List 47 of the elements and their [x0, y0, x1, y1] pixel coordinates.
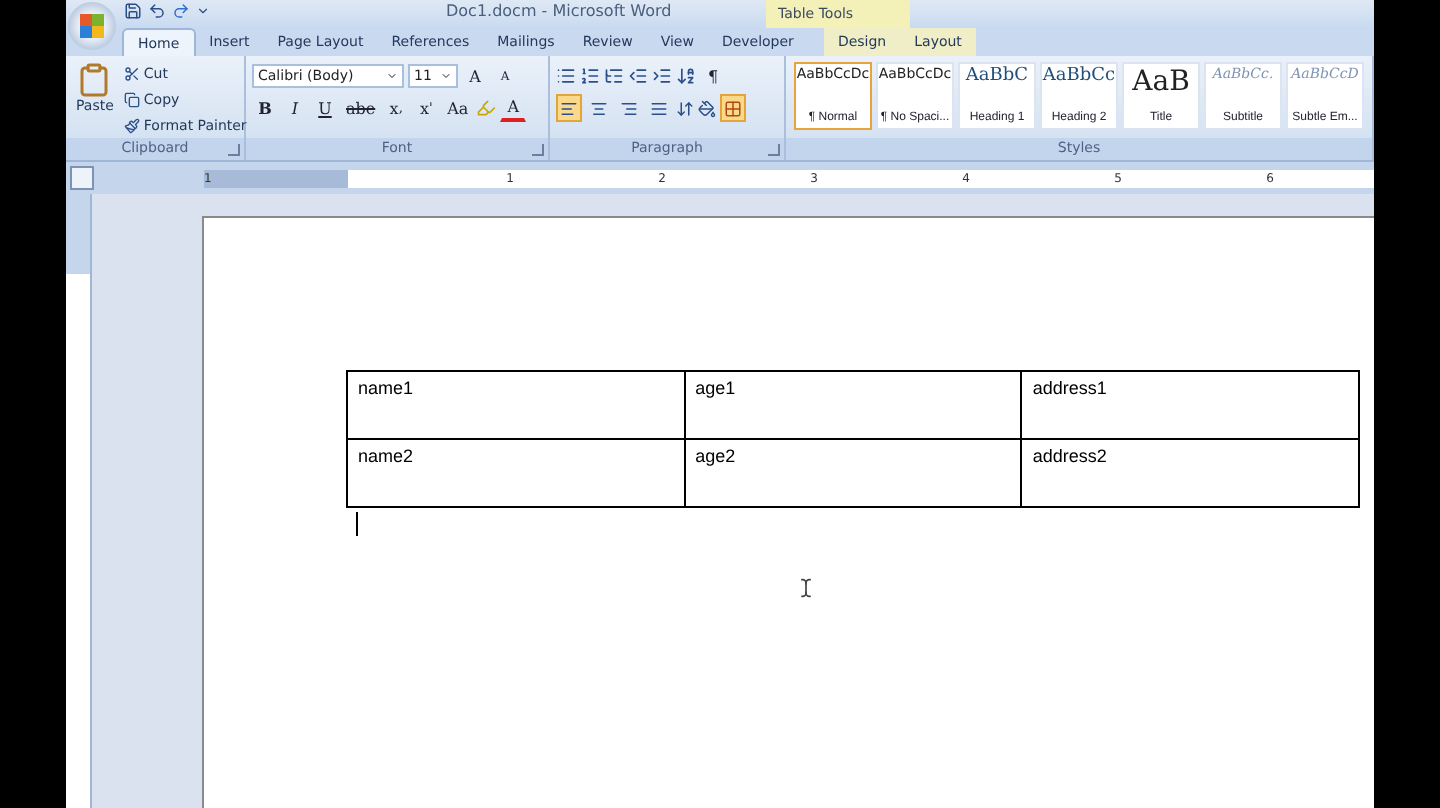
copy-icon: [123, 91, 140, 107]
borders-button[interactable]: [720, 94, 746, 122]
caret-icon: [386, 70, 398, 82]
borders-icon: [724, 99, 742, 117]
paintbrush-icon: [123, 117, 140, 133]
table-cell: address1: [1021, 371, 1359, 439]
table-cell: name1: [347, 371, 685, 439]
undo-icon[interactable]: [148, 2, 166, 20]
table-cell: age2: [684, 439, 1022, 507]
scissors-icon: [123, 65, 140, 81]
increase-indent-icon: [652, 66, 672, 86]
clipboard-icon: [76, 62, 113, 98]
shading-icon: [698, 99, 716, 117]
table-cell: age1: [684, 371, 1022, 439]
decrease-indent-icon: [628, 66, 648, 86]
logo: [78, 12, 106, 40]
table-cell: address2: [1021, 439, 1359, 507]
table-cell: name2: [347, 439, 685, 507]
align-right-icon: [620, 99, 638, 117]
dialog-launcher-icon[interactable]: [228, 144, 240, 156]
tab-selector[interactable]: [70, 166, 94, 190]
redo-icon[interactable]: [172, 2, 190, 20]
format-button[interactable]: B: [252, 94, 278, 122]
customize-caret-icon[interactable]: [196, 4, 210, 18]
dialog-launcher-icon[interactable]: [532, 144, 544, 156]
align-left-icon: [560, 99, 578, 117]
bullet-list-icon: [556, 66, 576, 86]
office-button[interactable]: [68, 2, 116, 50]
multilevel-list-icon: [604, 66, 624, 86]
caret-icon: [440, 70, 452, 82]
sort-icon: [676, 66, 696, 86]
format-button[interactable]: I: [282, 94, 308, 122]
show-marks-button[interactable]: ¶: [700, 62, 726, 90]
format-button[interactable]: U: [312, 94, 338, 122]
font-color-button[interactable]: A: [500, 94, 527, 122]
line-spacing-icon: [676, 99, 694, 117]
numbered-list-icon: [580, 66, 600, 86]
window-title: Doc1.docm - Microsoft Word: [446, 2, 672, 20]
grow-font-button[interactable]: A: [462, 62, 488, 90]
align-justify-icon: [650, 99, 668, 117]
format-button[interactable]: Aa: [443, 94, 473, 122]
format-button[interactable]: abe: [342, 94, 380, 122]
align-button[interactable]: [556, 94, 582, 122]
save-icon[interactable]: [124, 2, 142, 20]
dialog-launcher-icon[interactable]: [768, 144, 780, 156]
text-caret: [356, 512, 358, 536]
align-center-icon: [590, 99, 608, 117]
